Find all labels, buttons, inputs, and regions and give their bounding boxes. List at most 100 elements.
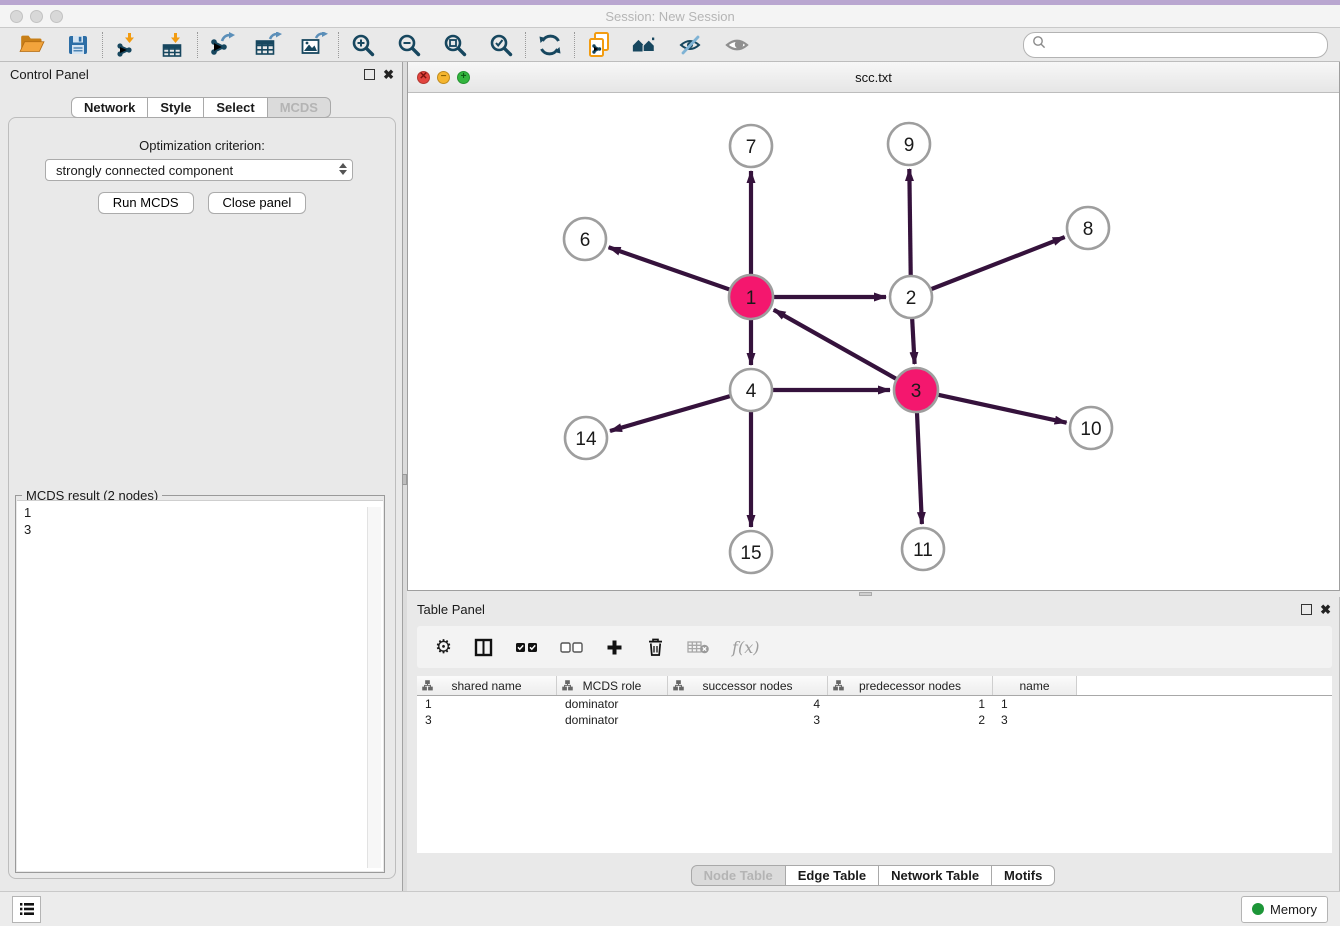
graph-edge[interactable] — [909, 169, 910, 277]
column-header[interactable]: name — [993, 676, 1077, 695]
task-history-button[interactable] — [12, 896, 41, 923]
delete-table-icon — [687, 634, 710, 660]
maximize-network-icon[interactable]: + — [457, 71, 470, 84]
graph-edge[interactable] — [609, 247, 732, 290]
search-icon — [1032, 35, 1046, 54]
column-header[interactable]: predecessor nodes — [828, 676, 993, 695]
add-row-icon[interactable] — [605, 634, 624, 660]
table-body: 1dominator4113dominator323 — [417, 696, 1332, 728]
clone-network-icon[interactable] — [585, 31, 613, 59]
result-line: 1 — [24, 504, 363, 521]
table-tabs: Node Table Edge Table Network Table Moti… — [407, 865, 1339, 886]
function-builder-icon: f(x) — [732, 634, 759, 660]
table-cell: 2 — [828, 712, 993, 728]
close-panel-icon[interactable]: ✖ — [383, 68, 394, 81]
graph-edge[interactable] — [930, 237, 1065, 290]
table-cell: 4 — [668, 696, 828, 712]
column-header[interactable]: MCDS role — [557, 676, 668, 695]
node-table[interactable]: shared nameMCDS rolesuccessor nodesprede… — [417, 676, 1332, 853]
window-title: Session: New Session — [0, 9, 1340, 24]
zoom-fit-icon[interactable] — [441, 31, 469, 59]
table-cell: dominator — [557, 696, 668, 712]
memory-button[interactable]: Memory — [1241, 896, 1328, 923]
graph-node-label: 2 — [906, 288, 917, 309]
graph-edge[interactable] — [774, 310, 898, 380]
export-network-icon[interactable] — [208, 31, 236, 59]
show-all-icon[interactable] — [723, 31, 751, 59]
select-all-icon[interactable] — [515, 634, 538, 660]
network-window-titlebar[interactable]: ✕ − + scc.txt — [408, 62, 1339, 93]
run-mcds-button[interactable]: Run MCDS — [98, 192, 194, 214]
table-panel-title: Table Panel — [417, 602, 1301, 617]
tab-style[interactable]: Style — [147, 97, 204, 118]
zoom-in-icon[interactable] — [349, 31, 377, 59]
close-network-icon[interactable]: ✕ — [417, 71, 430, 84]
graph-edge[interactable] — [917, 411, 922, 524]
list-icon — [18, 901, 36, 917]
result-scrollbar[interactable] — [367, 507, 381, 868]
graph-node-label: 1 — [746, 288, 757, 309]
table-panel: Table Panel ✖ ⚙ — [407, 597, 1340, 891]
status-bar: Memory — [0, 891, 1340, 926]
table-cell: dominator — [557, 712, 668, 728]
mcds-tab-content: Optimization criterion: strongly connect… — [8, 117, 396, 879]
import-table-icon[interactable] — [159, 31, 187, 59]
network-graph[interactable]: 1234678910111415 — [408, 92, 1339, 589]
settings-gear-icon[interactable]: ⚙ — [435, 634, 452, 660]
dropdown-stepper-icon — [339, 163, 347, 175]
minimize-network-icon[interactable]: − — [437, 71, 450, 84]
tab-motifs[interactable]: Motifs — [991, 865, 1055, 886]
control-panel-title: Control Panel — [10, 67, 364, 82]
save-session-icon[interactable] — [64, 31, 92, 59]
float-panel-icon[interactable] — [364, 69, 375, 80]
graph-node-label: 14 — [575, 429, 597, 450]
delete-row-trash-icon[interactable] — [646, 634, 665, 660]
tab-edge-table[interactable]: Edge Table — [785, 865, 879, 886]
column-header[interactable]: successor nodes — [668, 676, 828, 695]
graph-node-label: 7 — [746, 137, 757, 158]
tab-network[interactable]: Network — [71, 97, 148, 118]
mcds-result-list[interactable]: 1 3 — [17, 500, 383, 871]
tab-network-table[interactable]: Network Table — [878, 865, 992, 886]
float-table-panel-icon[interactable] — [1301, 604, 1312, 615]
table-cell: 3 — [993, 712, 1077, 728]
table-header-row: shared nameMCDS rolesuccessor nodesprede… — [417, 676, 1332, 696]
zoom-selected-icon[interactable] — [487, 31, 515, 59]
graph-edge[interactable] — [937, 394, 1067, 422]
tab-select[interactable]: Select — [203, 97, 267, 118]
graph-node-label: 6 — [580, 230, 591, 251]
table-cell: 1 — [828, 696, 993, 712]
criterion-dropdown[interactable]: strongly connected component — [45, 159, 353, 181]
table-row[interactable]: 3dominator323 — [417, 712, 1332, 728]
tab-mcds[interactable]: MCDS — [267, 97, 331, 118]
graph-edge[interactable] — [912, 317, 915, 364]
export-image-icon[interactable] — [300, 31, 328, 59]
search-input[interactable] — [1051, 36, 1319, 53]
graph-node-label: 11 — [913, 540, 933, 561]
zoom-out-icon[interactable] — [395, 31, 423, 59]
graph-node-label: 9 — [904, 135, 915, 156]
search-field[interactable] — [1023, 32, 1328, 58]
control-panel: Control Panel ✖ Network Style Select MCD… — [0, 62, 402, 891]
graph-edge[interactable] — [610, 396, 732, 431]
tab-node-table[interactable]: Node Table — [691, 865, 786, 886]
first-neighbors-icon[interactable] — [631, 31, 659, 59]
memory-status-icon — [1252, 903, 1264, 915]
horizontal-splitter-grip[interactable] — [859, 592, 872, 596]
optimization-criterion-label: Optimization criterion: — [9, 138, 395, 153]
graph-node-label: 3 — [911, 381, 922, 402]
deselect-all-icon[interactable] — [560, 634, 583, 660]
column-header[interactable]: shared name — [417, 676, 557, 695]
table-row[interactable]: 1dominator411 — [417, 696, 1332, 712]
column-selector-icon[interactable] — [474, 634, 493, 660]
close-table-panel-icon[interactable]: ✖ — [1320, 603, 1331, 616]
open-file-icon[interactable] — [18, 31, 46, 59]
hide-selected-icon[interactable] — [677, 31, 705, 59]
table-toolbar: ⚙ — [417, 626, 1332, 668]
main-toolbar — [0, 28, 1340, 62]
export-table-icon[interactable] — [254, 31, 282, 59]
import-network-icon[interactable] — [113, 31, 141, 59]
network-window-title: scc.txt — [408, 70, 1339, 85]
apply-layout-icon[interactable] — [536, 31, 564, 59]
close-panel-button[interactable]: Close panel — [208, 192, 307, 214]
